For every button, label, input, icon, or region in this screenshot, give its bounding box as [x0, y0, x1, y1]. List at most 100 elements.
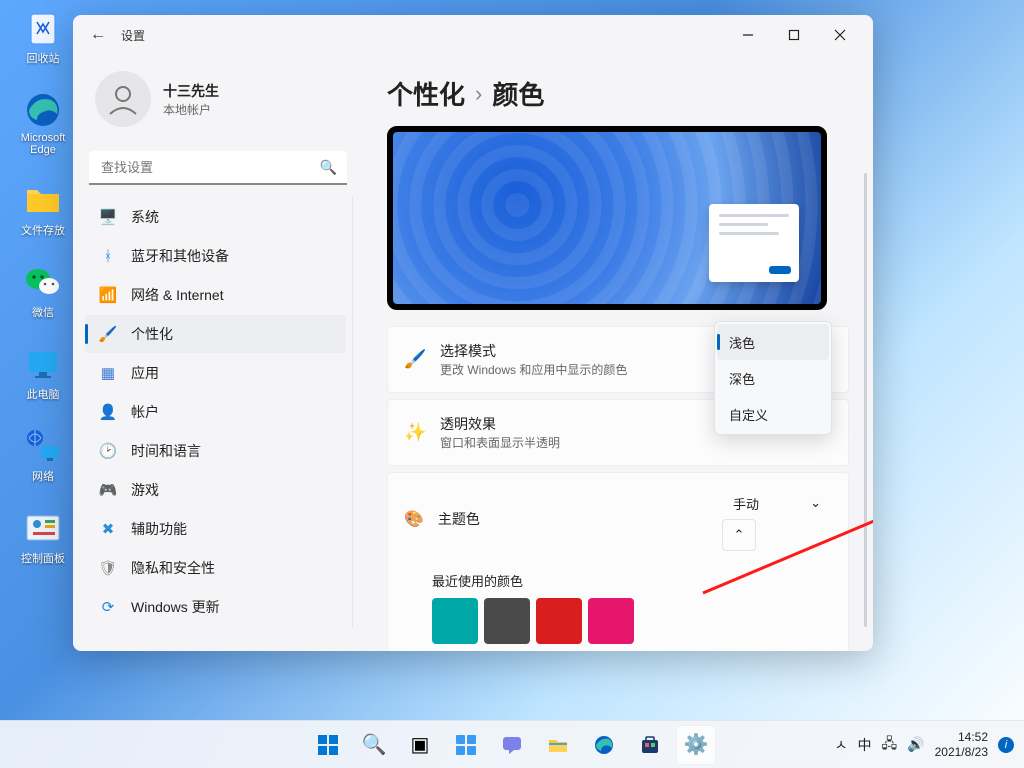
nav-icon: 🕑	[99, 442, 117, 460]
chevron-down-icon: ⌄	[810, 495, 821, 511]
nav-label: 时间和语言	[131, 441, 201, 461]
explorer-button[interactable]	[538, 725, 578, 765]
volume-icon[interactable]: 🔊	[907, 736, 924, 753]
profile-name: 十三先生	[163, 81, 219, 101]
pc-icon	[23, 344, 63, 384]
widgets-button[interactable]	[446, 725, 486, 765]
search-button[interactable]: 🔍	[354, 725, 394, 765]
row-accent: 🎨 主题色 手动 ⌄ ⌃ 最近使用的颜色 Windows 颜色	[387, 472, 849, 651]
color-swatch[interactable]	[432, 598, 478, 644]
chat-button[interactable]	[492, 725, 532, 765]
folder-icon	[23, 180, 63, 220]
settings-button[interactable]: ⚙️	[676, 725, 716, 765]
nav-icon: ✖	[99, 520, 117, 538]
recent-colors-label: 最近使用的颜色	[432, 571, 832, 590]
titlebar[interactable]: ← 设置	[73, 15, 873, 55]
nav-icon: 🎮	[99, 481, 117, 499]
mode-option[interactable]: 深色	[717, 360, 829, 396]
nav-label: 个性化	[131, 324, 173, 344]
desktop-icon-edge[interactable]: Microsoft Edge	[8, 90, 78, 156]
store-button[interactable]	[630, 725, 670, 765]
accent-dropdown[interactable]: 手动 ⌄	[722, 487, 832, 519]
nav-label: 系统	[131, 207, 159, 227]
search-input[interactable]	[89, 151, 347, 185]
notification-badge[interactable]: i	[998, 737, 1014, 753]
brush-icon: 🖌️	[404, 349, 426, 370]
desktop-icon-control[interactable]: 控制面板	[8, 508, 78, 566]
recent-swatches	[432, 598, 832, 644]
ime-indicator[interactable]: 中	[858, 735, 872, 755]
wechat-icon	[23, 262, 63, 302]
nav-icon: ᚼ	[99, 247, 117, 265]
sidebar-item[interactable]: ⟳Windows 更新	[85, 588, 346, 626]
back-button[interactable]: ←	[83, 20, 113, 50]
sidebar-item[interactable]: ▦ 应用	[85, 354, 346, 392]
mode-dropdown: 浅色深色自定义	[714, 321, 832, 435]
nav-label: 游戏	[131, 480, 159, 500]
breadcrumb-b: 颜色	[492, 75, 544, 112]
taskbar-center: 🔍 ▣ ⚙️	[308, 725, 716, 765]
content: 个性化 › 颜色 🖌️ 选择模式 更改 Windows 和应用中显示的颜色 浅色…	[363, 55, 873, 651]
recycle-icon	[23, 8, 63, 48]
nav-label: 网络 & Internet	[131, 285, 224, 305]
minimize-button[interactable]	[725, 19, 771, 51]
mode-option[interactable]: 自定义	[717, 396, 829, 432]
mode-option[interactable]: 浅色	[717, 324, 829, 360]
desktop-icon-pc[interactable]: 此电脑	[8, 344, 78, 402]
sidebar-item[interactable]: 🛡隐私和安全性	[85, 549, 346, 587]
network-icon[interactable]: 🖧	[882, 733, 898, 757]
color-swatch[interactable]	[536, 598, 582, 644]
window-title: 设置	[121, 27, 145, 44]
chevron-up-icon: ⌃	[734, 527, 745, 543]
search-icon: 🔍	[320, 159, 337, 176]
nav-icon: 👤	[99, 403, 117, 421]
nav: 🖥️ 系统 ᚼ蓝牙和其他设备📶网络 & Internet 🖌️ 个性化 ▦ 应用 👤 帐户 🕑 时间…	[83, 197, 353, 627]
nav-icon: ⟳	[99, 598, 117, 616]
nav-label: 隐私和安全性	[131, 558, 215, 578]
tray-chevron-icon[interactable]: ㅅ	[835, 735, 848, 755]
close-button[interactable]	[817, 19, 863, 51]
sidebar-item[interactable]: 🖌️ 个性化	[85, 315, 346, 353]
theme-preview	[387, 126, 827, 310]
nav-icon: ▦	[99, 364, 117, 382]
system-tray: ㅅ 中 🖧 🔊 14:52 2021/8/23 i	[835, 730, 1014, 759]
expand-button[interactable]: ⌃	[722, 519, 756, 551]
sidebar-item[interactable]: 🖥️ 系统	[85, 198, 346, 236]
breadcrumb: 个性化 › 颜色	[387, 75, 849, 112]
scrollbar[interactable]	[864, 173, 867, 627]
breadcrumb-a[interactable]: 个性化	[387, 75, 465, 112]
desktop-icon-folder[interactable]: 文件存放	[8, 180, 78, 238]
sidebar-item[interactable]: 👤 帐户	[85, 393, 346, 431]
nav-label: 帐户	[131, 402, 159, 422]
network-icon	[23, 426, 63, 466]
settings-window: ← 设置 十三先生 本地帐户 🔍 🖥️ 系统 ᚼ蓝牙和其他设备📶网络 & Inter…	[73, 15, 873, 651]
nav-label: 应用	[131, 363, 159, 383]
edge-button[interactable]	[584, 725, 624, 765]
desktop-icons: 回收站 Microsoft Edge 文件存放 微信 此电脑 网络 控制面板	[8, 8, 78, 566]
start-button[interactable]	[308, 725, 348, 765]
taskview-button[interactable]: ▣	[400, 725, 440, 765]
sidebar-item[interactable]: ✖辅助功能	[85, 510, 346, 548]
nav-icon: 🖥️	[99, 208, 117, 226]
control-icon	[23, 508, 63, 548]
palette-icon: 🎨	[404, 509, 424, 529]
desktop-icon-recycle[interactable]: 回收站	[8, 8, 78, 66]
sparkle-icon: ✨	[404, 422, 426, 443]
sidebar-item[interactable]: 🕑 时间和语言	[85, 432, 346, 470]
clock[interactable]: 14:52 2021/8/23	[935, 730, 988, 759]
preview-window	[709, 204, 799, 282]
maximize-button[interactable]	[771, 19, 817, 51]
search-box: 🔍	[89, 151, 347, 185]
row-mode[interactable]: 🖌️ 选择模式 更改 Windows 和应用中显示的颜色 浅色深色自定义	[387, 326, 849, 393]
desktop-icon-network[interactable]: 网络	[8, 426, 78, 484]
sidebar-item[interactable]: 🎮 游戏	[85, 471, 346, 509]
nav-icon: 🖌️	[99, 325, 117, 343]
sidebar-item[interactable]: 📶网络 & Internet	[85, 276, 346, 314]
desktop-icon-wechat[interactable]: 微信	[8, 262, 78, 320]
color-swatch[interactable]	[588, 598, 634, 644]
sidebar-item[interactable]: ᚼ蓝牙和其他设备	[85, 237, 346, 275]
color-swatch[interactable]	[484, 598, 530, 644]
profile[interactable]: 十三先生 本地帐户	[83, 63, 353, 135]
profile-sub: 本地帐户	[163, 101, 219, 118]
chevron-right-icon: ›	[475, 81, 482, 107]
